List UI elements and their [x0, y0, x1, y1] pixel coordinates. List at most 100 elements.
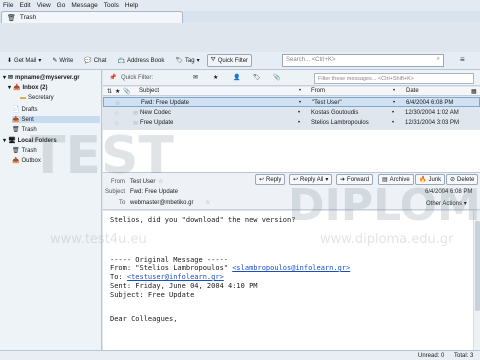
- folder-local-trash[interactable]: 🗑 Trash: [12, 147, 37, 155]
- junk-status-icon[interactable]: •: [392, 110, 394, 116]
- unread-filter-icon[interactable]: ✉: [193, 74, 198, 81]
- table-row[interactable]: ☆ ✉ Free Update • Stelios Lambropoulos •…: [103, 118, 480, 128]
- local-folders-label: Local Folders: [17, 137, 57, 144]
- quick-filter-label: Quick Filter:: [121, 75, 154, 81]
- tag-filter-icon[interactable]: 🏷: [253, 74, 261, 81]
- pencil-icon: ✎: [52, 58, 58, 64]
- date-column[interactable]: Date: [406, 88, 419, 94]
- star-column-icon[interactable]: ★: [115, 88, 120, 95]
- junk-status-icon[interactable]: •: [392, 120, 394, 126]
- email-link[interactable]: <slambropoulos@infolearn.gr>: [232, 264, 350, 272]
- drafts-label: Drafts: [21, 106, 38, 113]
- folder-account[interactable]: ▾ ✉ mpname@myserver.gr: [3, 74, 80, 82]
- reply-label: Reply: [266, 176, 282, 183]
- scrollbar-thumb[interactable]: [475, 221, 480, 311]
- message-date: 12/30/2004 1:02 AM: [405, 110, 459, 116]
- pin-icon[interactable]: 📌: [109, 74, 116, 81]
- star-icon[interactable]: ☆: [114, 120, 119, 127]
- message-from: Stelios Lambropoulos: [311, 120, 369, 126]
- read-status-icon[interactable]: •: [298, 120, 300, 126]
- reply-all-label: Reply All: [300, 176, 324, 183]
- chevron-down-icon: ▾: [38, 58, 42, 64]
- read-status-icon[interactable]: •: [298, 110, 300, 116]
- chat-button[interactable]: 💬 Chat: [80, 54, 110, 67]
- body-greeting: Dear Colleagues,: [110, 315, 178, 323]
- delete-button[interactable]: ⊘ Delete: [446, 174, 479, 185]
- filter-icon: ⛛: [210, 57, 216, 63]
- read-column-icon[interactable]: •: [299, 88, 301, 94]
- junk-column-icon[interactable]: •: [393, 88, 395, 94]
- from-label: From: [111, 179, 125, 185]
- search-input[interactable]: Search... <Ctrl+K> ⌕: [282, 54, 444, 67]
- inbox-label: Inbox (2): [22, 84, 48, 91]
- thread-column-icon[interactable]: ⇅: [107, 88, 112, 95]
- tag-icon: 🏷: [175, 58, 183, 64]
- message-from: Kostas Goutoudis: [311, 110, 359, 116]
- menu-edit[interactable]: Edit: [19, 2, 30, 9]
- quick-filter-label: Quick Filter: [217, 57, 249, 64]
- account-label: mpname@myserver.gr: [15, 74, 80, 81]
- table-row[interactable]: ☆ Fwd: Free Update • "Test User" • 6/4/2…: [103, 97, 480, 107]
- chevron-down-icon: ▾: [463, 201, 467, 207]
- get-mail-button[interactable]: ⬇ Get Mail ▾: [3, 54, 45, 67]
- drafts-icon: 📄: [12, 107, 20, 113]
- folder-pane: ▾ ✉ mpname@myserver.gr ▾ 📥 Inbox (2) ▬ S…: [0, 70, 102, 350]
- junk-status-icon[interactable]: •: [393, 100, 395, 106]
- menu-message[interactable]: Message: [71, 2, 97, 9]
- star-filter-icon[interactable]: ★: [213, 74, 218, 81]
- subject-value: Fwd: Free Update: [130, 189, 179, 195]
- folder-secretary[interactable]: ▬ Secretary: [20, 95, 54, 101]
- write-button[interactable]: ✎ Write: [48, 54, 77, 67]
- body-line: Stelios, did you "download" the new vers…: [110, 216, 296, 224]
- folder-inbox[interactable]: ▾ 📥 Inbox (2): [8, 84, 48, 92]
- star-icon[interactable]: ☆: [115, 100, 120, 107]
- subject-column[interactable]: Subject: [139, 88, 159, 94]
- forward-button[interactable]: ➜ Forward: [336, 174, 374, 185]
- tag-button[interactable]: 🏷 Tag ▾: [171, 54, 203, 67]
- from-column[interactable]: From: [311, 88, 325, 94]
- folder-drafts[interactable]: 📄 Drafts: [12, 106, 38, 114]
- body-from: From: "Stelios Lambropoulos" <slambropou…: [110, 264, 350, 272]
- archive-button[interactable]: ▤ Archive: [378, 174, 414, 185]
- column-picker-icon[interactable]: ▦: [471, 88, 477, 95]
- reply-all-button[interactable]: ↩ Reply All ▾: [289, 174, 333, 185]
- folder-local-folders[interactable]: ▾ 🖥 Local Folders: [3, 137, 57, 145]
- contact-filter-icon[interactable]: 👤: [233, 74, 240, 81]
- attachment-column-icon[interactable]: 📎: [123, 88, 130, 95]
- folder-outbox[interactable]: 📤 Outbox: [12, 157, 41, 165]
- address-book-button[interactable]: 📇 Address Book: [113, 54, 168, 67]
- folder-trash[interactable]: 🗑 Trash: [12, 126, 37, 134]
- message-subject: New Codec: [140, 110, 172, 116]
- menu-help[interactable]: Help: [125, 2, 138, 9]
- table-row[interactable]: ☆ ✉ New Codec • Kostas Goutoudis • 12/30…: [103, 108, 480, 118]
- star-icon[interactable]: ☆: [158, 178, 163, 185]
- quick-filter-button[interactable]: ⛛ Quick Filter: [206, 54, 253, 67]
- app-menu-icon[interactable]: ≡: [460, 55, 465, 64]
- tab-trash[interactable]: 🗑 Trash: [1, 11, 183, 23]
- junk-button[interactable]: 🔥 Junk: [415, 174, 446, 185]
- attachment-filter-icon[interactable]: 📎: [273, 74, 280, 81]
- menu-tools[interactable]: Tools: [104, 2, 119, 9]
- reply-button[interactable]: ↩ Reply: [255, 174, 286, 185]
- other-actions-button[interactable]: Other Actions ▾: [426, 200, 467, 207]
- menu-view[interactable]: View: [37, 2, 51, 9]
- filter-messages-input[interactable]: Filter these messages... <Ctrl+Shift+K>: [314, 73, 474, 84]
- email-link[interactable]: <testuser@infolearn.gr>: [127, 273, 224, 281]
- chevron-down-icon: ▾: [325, 177, 329, 183]
- star-icon[interactable]: ☆: [205, 199, 210, 206]
- message-from: "Test User": [312, 100, 342, 106]
- outbox-icon: 📤: [12, 158, 20, 164]
- menu-file[interactable]: File: [3, 2, 13, 9]
- folder-sent[interactable]: 📤 Sent: [12, 116, 100, 123]
- expand-icon: ▾: [3, 138, 7, 144]
- menu-go[interactable]: Go: [57, 2, 66, 9]
- read-status-icon[interactable]: •: [299, 100, 301, 106]
- to-value[interactable]: webmaster@mbetiko.gr: [130, 200, 193, 206]
- from-value[interactable]: Test User: [130, 179, 155, 185]
- archive-icon: ▤: [382, 177, 388, 183]
- folder-icon: ▬: [20, 95, 26, 101]
- star-icon[interactable]: ☆: [114, 110, 119, 117]
- chat-label: Chat: [93, 57, 107, 64]
- status-bar: Unread: 0 Total: 3: [0, 350, 480, 360]
- vertical-scrollbar[interactable]: [473, 211, 480, 350]
